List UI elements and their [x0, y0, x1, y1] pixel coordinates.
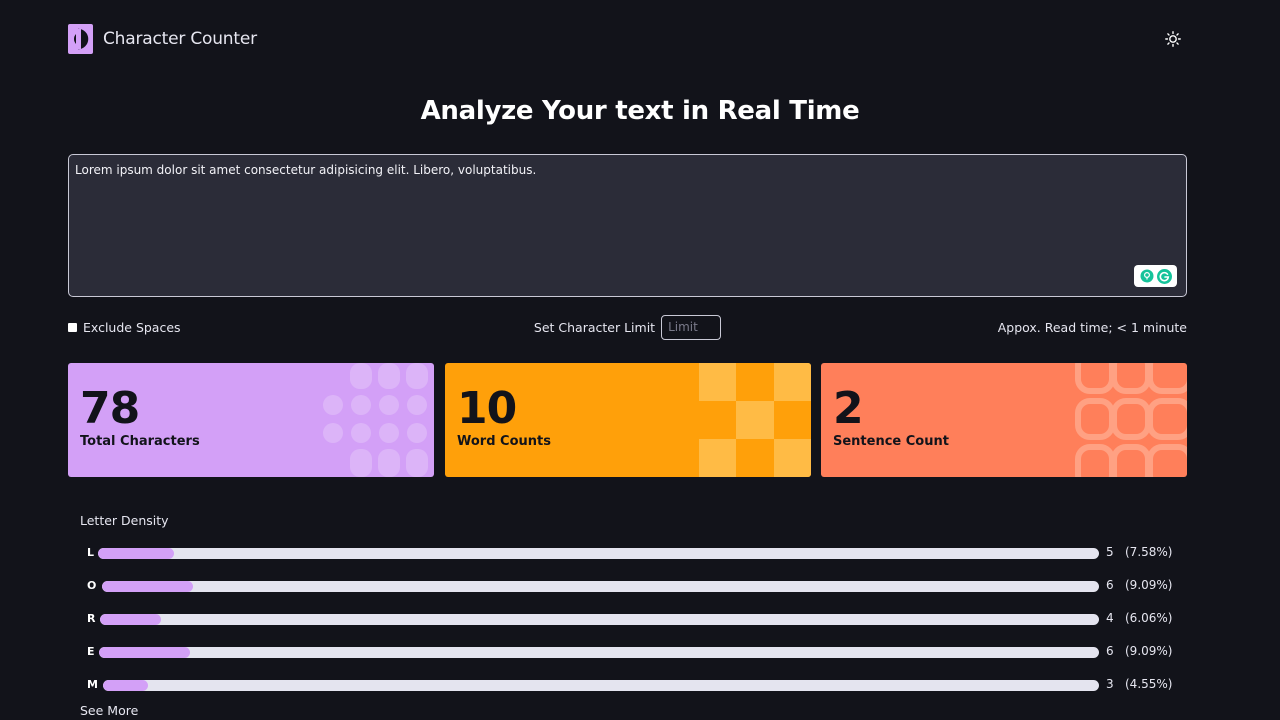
stats-cards: 78 Total Characters 10 Word Counts 2 Sen… [68, 363, 1187, 477]
options-row: Exclude Spaces Set Character Limit Appox… [68, 314, 1187, 340]
checker-pattern-decoration [699, 363, 811, 477]
rounded-grid-pattern-decoration [1075, 363, 1187, 477]
density-percent: (9.09%) [1125, 578, 1173, 592]
text-input-container [68, 154, 1187, 297]
density-percent: (7.58%) [1125, 545, 1173, 559]
sun-icon [1165, 31, 1181, 47]
sentence-count-value: 2 [833, 383, 864, 434]
theme-toggle-button[interactable] [1158, 24, 1188, 54]
density-letter: L [87, 546, 95, 559]
density-row: M 3 (4.55%) [80, 673, 1190, 706]
exclude-spaces-checkbox[interactable] [68, 322, 77, 332]
density-letter: O [87, 579, 97, 592]
density-percent: (6.06%) [1125, 611, 1173, 625]
character-limit-control: Set Character Limit [533, 314, 722, 340]
density-count: 6 [1106, 644, 1114, 658]
stat-card-word-count: 10 Word Counts [445, 363, 811, 477]
density-percent: (4.55%) [1125, 677, 1173, 691]
density-letter: M [87, 678, 98, 691]
density-bar-fill [102, 581, 193, 592]
density-bar-fill [99, 647, 190, 658]
circle-pattern-decoration [323, 363, 428, 477]
exclude-spaces-label: Exclude Spaces [83, 319, 181, 335]
density-bar-track [102, 581, 1099, 592]
brand[interactable]: Character Counter [68, 24, 257, 54]
density-letter: R [87, 612, 96, 625]
logo-icon [68, 24, 93, 54]
density-percent: (9.09%) [1125, 644, 1173, 658]
density-bar-fill [100, 614, 161, 625]
page-title: Analyze Your text in Real Time [420, 96, 860, 126]
exclude-spaces-option[interactable]: Exclude Spaces [68, 320, 368, 335]
density-count: 3 [1106, 677, 1114, 691]
word-count-value: 10 [457, 383, 517, 434]
density-count: 6 [1106, 578, 1114, 592]
total-characters-value: 78 [80, 383, 140, 434]
grammarly-icon [1156, 268, 1172, 284]
density-bar-track [99, 647, 1099, 658]
see-more-link[interactable]: See More [80, 703, 138, 718]
density-bar-fill [103, 680, 149, 691]
density-bar-track [98, 548, 1099, 559]
lightbulb-icon [1140, 269, 1153, 283]
app-name: Character Counter [103, 29, 257, 49]
density-bar-fill [98, 548, 174, 559]
density-row: L 5 (7.58%) [80, 541, 1190, 574]
sentence-count-label: Sentence Count [833, 434, 949, 449]
density-row: E 6 (9.09%) [80, 640, 1190, 673]
density-bar-track [103, 680, 1099, 691]
header: Character Counter [68, 24, 1188, 54]
total-characters-label: Total Characters [80, 434, 200, 449]
text-input[interactable] [69, 155, 1186, 296]
letter-density-list: L 5 (7.58%) O 6 (9.09%) R 4 (6.06%) E 6 … [80, 541, 1190, 706]
density-row: R 4 (6.06%) [80, 607, 1190, 640]
density-count: 4 [1106, 611, 1114, 625]
grammarly-widget[interactable] [1134, 265, 1177, 287]
character-limit-label: Set Character Limit [533, 319, 656, 335]
read-time: Appox. Read time; < 1 minute [997, 319, 1187, 335]
letter-density-title: Letter Density [80, 513, 169, 528]
density-count: 5 [1106, 545, 1114, 559]
word-count-label: Word Counts [457, 434, 551, 449]
density-row: O 6 (9.09%) [80, 574, 1190, 607]
stat-card-total-characters: 78 Total Characters [68, 363, 434, 477]
character-limit-input[interactable] [661, 314, 722, 340]
density-letter: E [87, 645, 95, 658]
density-bar-track [100, 614, 1099, 625]
stat-card-sentence-count: 2 Sentence Count [821, 363, 1187, 477]
